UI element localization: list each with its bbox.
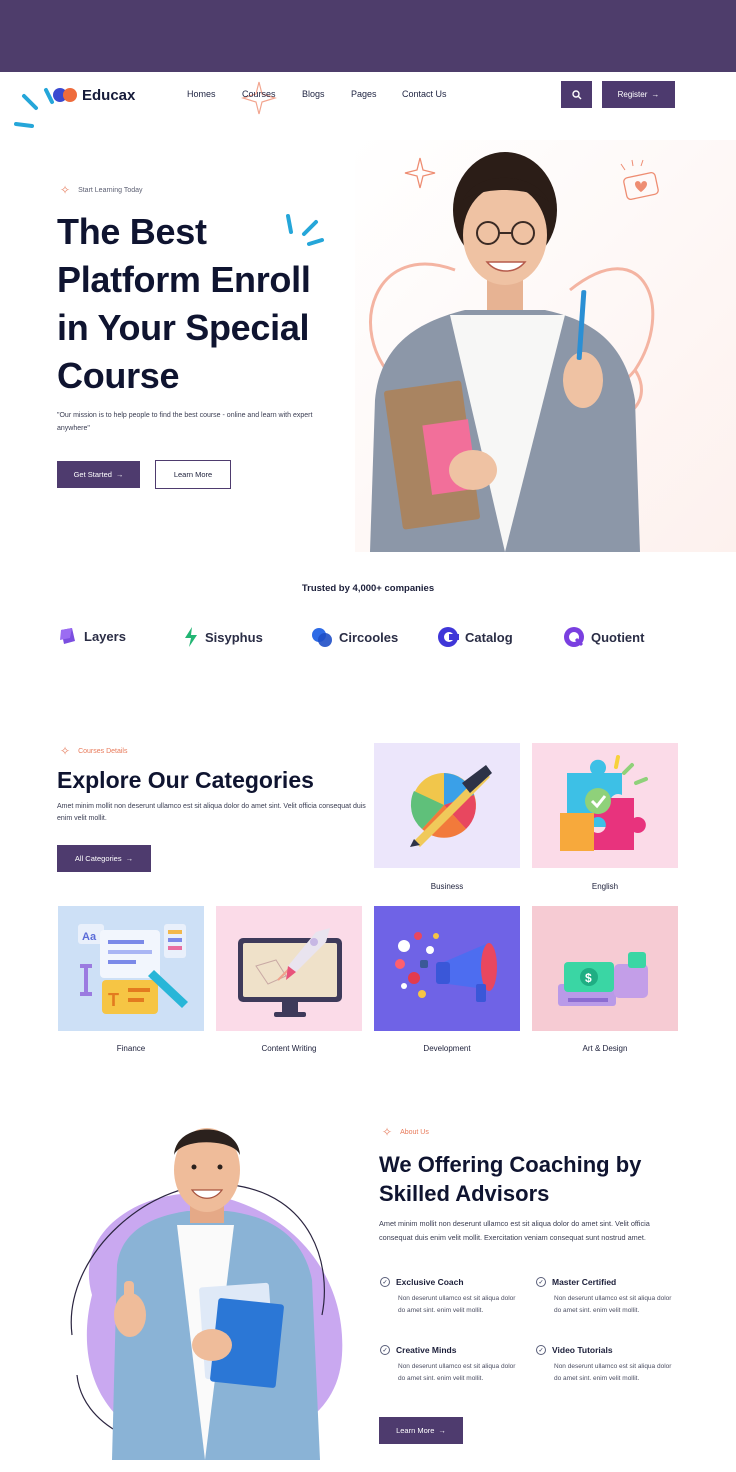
all-categories-button[interactable]: All Categories → — [57, 845, 151, 872]
brand-catalog: Catalog — [437, 626, 513, 648]
feature-description: Non deserunt ullamco est sit aliqua dolo… — [554, 1295, 672, 1314]
categories-eyebrow-text: Courses Details — [78, 747, 128, 755]
categories-eyebrow: ✧ Courses Details — [60, 745, 127, 757]
feature-master-certified: ✓ Master Certified Non deserunt ullamco e… — [536, 1277, 676, 1317]
category-label-content-writing: Content Writing — [261, 1044, 317, 1053]
sparkle-icon: ✧ — [60, 744, 71, 758]
category-card-english[interactable] — [532, 743, 678, 868]
feature-description: Non deserunt ullamco est sit aliqua dolo… — [398, 1295, 516, 1314]
brand-name: Catalog — [465, 629, 513, 645]
category-card-development[interactable] — [374, 906, 520, 1031]
category-card-finance[interactable]: Aa T — [58, 906, 204, 1031]
advisor-illustration — [70, 1128, 343, 1460]
arrow-right-icon: → — [651, 90, 660, 99]
category-card-content-writing[interactable] — [216, 906, 362, 1031]
nav-homes[interactable]: Homes — [187, 89, 216, 99]
svg-text:Aa: Aa — [82, 931, 97, 943]
brand-name[interactable]: Educax — [82, 87, 135, 104]
get-started-button[interactable]: Get Started → — [57, 461, 140, 488]
hero-title-line: The Best — [57, 211, 207, 252]
about-learn-more-button[interactable]: Learn More → — [379, 1417, 463, 1444]
about-eyebrow: ✧ About Us — [382, 1126, 429, 1138]
hero-student-illustration — [369, 152, 659, 552]
brand-name: Quotient — [591, 629, 645, 645]
puzzle-icon — [560, 755, 648, 851]
feature-title: Video Tutorials — [552, 1345, 613, 1355]
brand-sisyphus: Sisyphus — [183, 626, 263, 648]
learn-more-button[interactable]: Learn More — [155, 460, 231, 489]
circooles-logo-icon — [312, 628, 332, 647]
about-title-line: We Offering Coaching by — [379, 1152, 642, 1177]
category-label-business: Business — [430, 882, 464, 891]
categories-title: Explore Our Categories — [57, 767, 314, 793]
nav-contact[interactable]: Contact Us — [402, 89, 447, 99]
about-title-line: Skilled Advisors — [379, 1181, 550, 1206]
check-circle-icon: ✓ — [380, 1345, 390, 1355]
hero-eyebrow-text: Start Learning Today — [78, 186, 143, 194]
about-description: Amet minim mollit non deserunt ullamco e… — [379, 1219, 650, 1242]
check-circle-icon: ✓ — [536, 1345, 546, 1355]
register-label: Register — [617, 90, 648, 99]
hero-description: "Our mission is to help people to find t… — [57, 412, 313, 432]
feature-description: Non deserunt ullamco est sit aliqua dolo… — [398, 1363, 516, 1382]
feature-video-tutorials: ✓ Video Tutorials Non deserunt ullamco es… — [536, 1345, 676, 1385]
layers-logo-icon — [60, 628, 75, 644]
svg-text:T: T — [108, 990, 119, 1010]
design-tools-icon: Aa T — [78, 924, 188, 1014]
about-learn-more-label: Learn More — [396, 1426, 435, 1435]
nav-pages[interactable]: Pages — [351, 89, 377, 99]
category-card-business[interactable] — [374, 743, 520, 868]
arrow-right-icon: → — [125, 854, 134, 863]
sparkle-icon: ✧ — [60, 183, 71, 197]
brand-circooles: Circooles — [311, 626, 398, 648]
arrow-right-icon: → — [438, 1426, 446, 1435]
brand-name: Circooles — [339, 629, 399, 645]
check-circle-icon: ✓ — [380, 1277, 390, 1287]
search-button[interactable] — [561, 81, 592, 108]
category-label-development: Development — [423, 1044, 471, 1053]
hero-title-line: in Your Special — [57, 307, 310, 348]
brand-quotient: Quotient — [563, 626, 644, 648]
about-eyebrow-text: About Us — [400, 1128, 429, 1136]
hero-title-line: Course — [57, 355, 180, 396]
feature-creative-minds: ✓ Creative Minds Non deserunt ullamco est… — [380, 1345, 520, 1385]
nav-courses[interactable]: Courses — [242, 89, 276, 99]
quotient-logo-icon — [564, 627, 584, 647]
nav-blogs[interactable]: Blogs — [302, 89, 325, 99]
category-card-art-design[interactable]: $ — [532, 906, 678, 1031]
feature-title: Master Certified — [552, 1277, 617, 1287]
brand-name: Layers — [84, 628, 126, 644]
hero-title-line: Platform Enroll — [57, 259, 311, 300]
megaphone-icon — [395, 932, 497, 1002]
feature-exclusive-coach: ✓ Exclusive Coach Non deserunt ullamco es… — [380, 1277, 520, 1317]
brand-layers: Layers — [58, 626, 126, 646]
get-started-label: Get Started — [73, 470, 112, 479]
monitor-rocket-icon — [238, 928, 342, 1017]
all-categories-label: All Categories — [74, 854, 122, 863]
cash-wallet-icon: $ — [558, 952, 648, 1006]
brand-name: Sisyphus — [205, 629, 263, 645]
learn-more-label: Learn More — [173, 470, 213, 479]
register-button[interactable]: Register → — [602, 81, 675, 108]
top-band — [0, 0, 736, 72]
svg-text:$: $ — [585, 971, 592, 985]
categories-description: Amet minim mollit non deserunt ullamco e… — [57, 803, 366, 822]
category-label-finance: Finance — [116, 1044, 146, 1053]
feature-title: Creative Minds — [396, 1345, 457, 1355]
sparkle-icon: ✧ — [382, 1125, 393, 1139]
hero-title: The Best Platform Enroll in Your Special… — [57, 208, 357, 400]
category-label-english: English — [591, 882, 619, 891]
hero-eyebrow: ✧ Start Learning Today — [60, 184, 143, 196]
search-icon — [571, 89, 581, 99]
arrow-right-icon: → — [115, 470, 124, 479]
catalog-logo-icon — [438, 627, 459, 647]
category-label-art-design: Art & Design — [582, 1044, 628, 1053]
feature-title: Exclusive Coach — [396, 1277, 464, 1287]
about-title: We Offering Coaching by Skilled Advisors — [379, 1150, 709, 1208]
trusted-heading: Trusted by 4,000+ companies — [301, 583, 435, 594]
check-circle-icon: ✓ — [536, 1277, 546, 1287]
feature-description: Non deserunt ullamco est sit aliqua dolo… — [554, 1363, 672, 1382]
sisyphus-logo-icon — [185, 627, 197, 647]
pen-palette-icon — [410, 765, 492, 847]
